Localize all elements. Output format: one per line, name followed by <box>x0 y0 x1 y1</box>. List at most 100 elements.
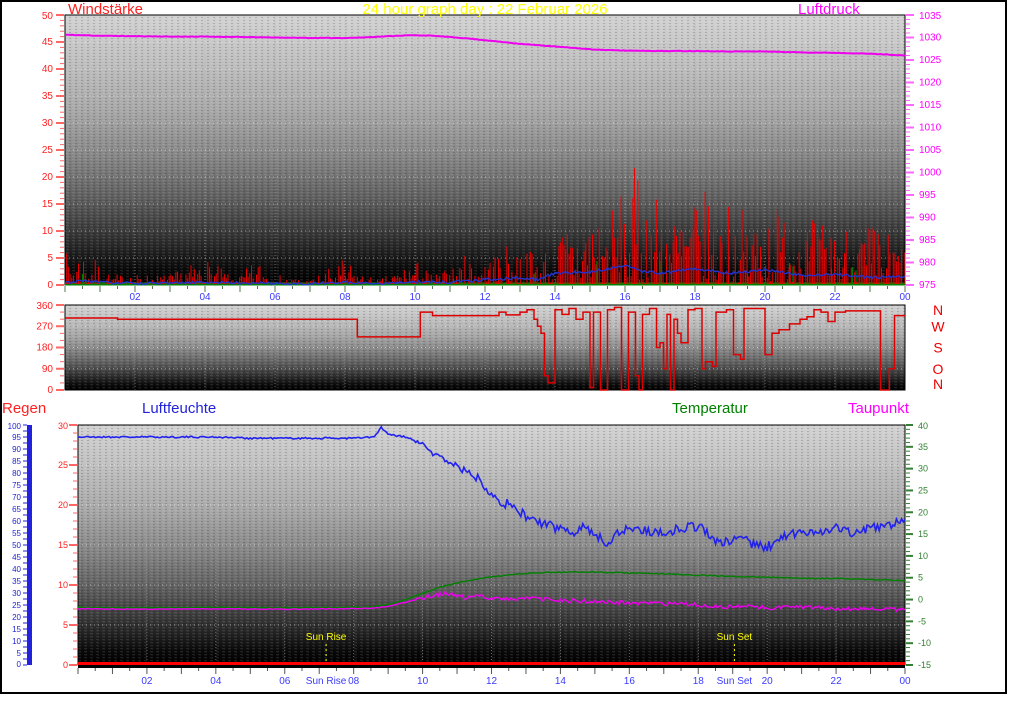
svg-text:100: 100 <box>8 422 22 431</box>
chart-title: 24 hour graph day : 22 Februar 2026 <box>362 1 608 18</box>
svg-text:975: 975 <box>919 280 936 291</box>
windrichtung-axis: 0 90 180 270 360 <box>36 301 64 396</box>
svg-text:1000: 1000 <box>919 168 942 179</box>
svg-text:22: 22 <box>831 676 843 687</box>
svg-text:-15: -15 <box>918 660 931 670</box>
svg-text:30: 30 <box>58 421 68 431</box>
svg-text:20: 20 <box>759 292 771 303</box>
svg-text:85: 85 <box>12 457 21 466</box>
svg-text:15: 15 <box>58 540 68 550</box>
svg-text:14: 14 <box>549 292 561 303</box>
svg-text:25: 25 <box>42 145 54 156</box>
svg-text:0: 0 <box>17 660 22 669</box>
svg-text:08: 08 <box>339 292 351 303</box>
svg-text:-5: -5 <box>918 616 926 626</box>
svg-text:04: 04 <box>210 676 222 687</box>
svg-text:22: 22 <box>829 292 841 303</box>
svg-text:10: 10 <box>918 551 928 561</box>
svg-text:1005: 1005 <box>919 145 942 156</box>
svg-text:12: 12 <box>486 676 498 687</box>
svg-text:04: 04 <box>199 292 211 303</box>
compass-label-n-0: N <box>933 302 943 318</box>
svg-text:1015: 1015 <box>919 100 942 111</box>
temperatur-axis: -15 -10 -5 0 5 10 15 20 25 30 35 40 <box>906 421 931 670</box>
svg-text:1025: 1025 <box>919 55 942 66</box>
svg-text:45: 45 <box>42 37 54 48</box>
svg-text:50: 50 <box>12 541 21 550</box>
svg-text:16: 16 <box>624 676 636 687</box>
luftfeuchte-axis: 0 5 10 15 20 25 30 35 40 45 50 55 60 65 70 75 80 85 90 95 10… <box>8 422 32 669</box>
svg-text:30: 30 <box>42 118 54 129</box>
svg-text:995: 995 <box>919 190 936 201</box>
svg-text:00: 00 <box>899 676 911 687</box>
weather-graphs-canvas: 0510152025303540455097598098599099510001… <box>0 0 1007 694</box>
sunset-axis-label: Sun Set <box>717 676 753 687</box>
compass-label-s-2: S <box>933 340 942 356</box>
svg-text:5: 5 <box>17 649 22 658</box>
svg-text:0: 0 <box>63 660 68 670</box>
svg-text:270: 270 <box>36 321 53 332</box>
compass-label-w-1: W <box>931 318 945 334</box>
luftdruck-axis: 975 980 985 990 995 1000 1005 1010 1015 1020 1025 1… <box>906 11 942 291</box>
svg-text:65: 65 <box>12 505 21 514</box>
wind-direction-panel: 090180270360 NWSON <box>36 301 945 396</box>
svg-text:02: 02 <box>141 676 153 687</box>
svg-text:0: 0 <box>47 280 53 291</box>
svg-text:00: 00 <box>899 292 911 303</box>
svg-text:20: 20 <box>918 507 928 517</box>
svg-text:40: 40 <box>918 421 928 431</box>
svg-text:06: 06 <box>269 292 281 303</box>
svg-text:360: 360 <box>36 301 53 312</box>
svg-text:990: 990 <box>919 213 936 224</box>
svg-text:14: 14 <box>555 676 567 687</box>
regen-label: Regen <box>2 400 47 417</box>
svg-text:980: 980 <box>919 258 936 269</box>
sunset-marker-label: Sun Set <box>717 632 753 643</box>
svg-text:25: 25 <box>58 460 68 470</box>
svg-text:40: 40 <box>42 64 54 75</box>
humidity-temperature-panel: 0510152025303540455055606570758085909510… <box>8 421 931 687</box>
svg-text:5: 5 <box>47 253 53 264</box>
svg-text:02: 02 <box>129 292 141 303</box>
svg-text:0: 0 <box>47 385 53 396</box>
svg-text:50: 50 <box>42 11 54 22</box>
svg-text:1030: 1030 <box>919 33 942 44</box>
svg-text:5: 5 <box>63 620 68 630</box>
svg-text:10: 10 <box>42 226 54 237</box>
svg-text:70: 70 <box>12 493 21 502</box>
svg-text:60: 60 <box>12 517 21 526</box>
svg-text:90: 90 <box>42 364 54 375</box>
svg-text:20: 20 <box>762 676 774 687</box>
svg-text:10: 10 <box>409 292 421 303</box>
taupunkt-label: Taupunkt <box>848 400 909 417</box>
time-axis-top: 02 04 06 08 10 12 14 16 18 20 22 00 <box>64 286 911 303</box>
svg-text:20: 20 <box>42 172 54 183</box>
svg-text:30: 30 <box>918 464 928 474</box>
svg-text:16: 16 <box>619 292 631 303</box>
luftdruck-label: Luftdruck <box>798 1 860 18</box>
svg-text:25: 25 <box>918 485 928 495</box>
svg-text:15: 15 <box>12 625 21 634</box>
compass-label-o-3: O <box>933 361 944 377</box>
svg-text:18: 18 <box>689 292 701 303</box>
svg-text:35: 35 <box>12 577 21 586</box>
svg-text:15: 15 <box>42 199 54 210</box>
svg-text:5: 5 <box>918 573 923 583</box>
regen-axis: 0 5 10 15 20 25 30 <box>58 421 77 670</box>
svg-text:55: 55 <box>12 529 21 538</box>
luftfeuchte-label: Luftfeuchte <box>142 400 217 417</box>
svg-text:06: 06 <box>279 676 291 687</box>
svg-text:10: 10 <box>417 676 429 687</box>
svg-text:75: 75 <box>12 481 21 490</box>
svg-text:18: 18 <box>693 676 705 687</box>
svg-text:90: 90 <box>12 445 21 454</box>
svg-text:1035: 1035 <box>919 11 942 22</box>
svg-text:10: 10 <box>58 580 68 590</box>
svg-text:20: 20 <box>58 500 68 510</box>
temperatur-label: Temperatur <box>672 400 748 417</box>
svg-text:-10: -10 <box>918 638 931 648</box>
svg-text:15: 15 <box>918 529 928 539</box>
svg-text:1010: 1010 <box>919 123 942 134</box>
windstaerke-axis: 0 5 10 15 20 25 30 35 40 45 50 <box>42 11 64 291</box>
svg-text:35: 35 <box>42 91 54 102</box>
